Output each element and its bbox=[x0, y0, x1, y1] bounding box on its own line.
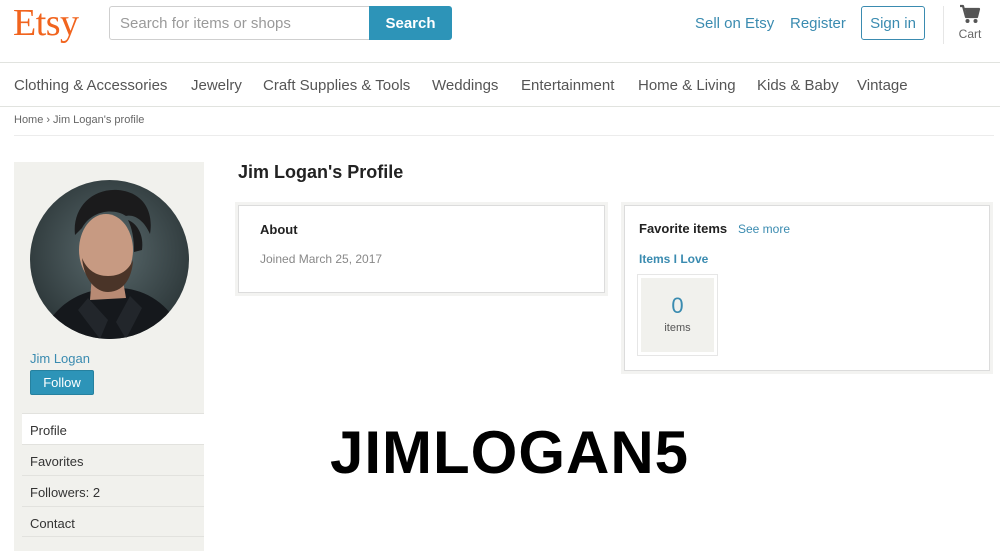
register-link[interactable]: Register bbox=[790, 15, 846, 32]
profile-nav: Profile Favorites Followers: 2 Contact bbox=[22, 413, 204, 537]
profile-nav-contact[interactable]: Contact bbox=[22, 506, 204, 537]
search-field[interactable] bbox=[109, 6, 370, 40]
category-home-living[interactable]: Home & Living bbox=[638, 77, 736, 94]
category-entertainment[interactable]: Entertainment bbox=[521, 77, 614, 94]
follow-button[interactable]: Follow bbox=[30, 370, 94, 395]
favorite-items-card: Favorite items See more Items I Love 0 i… bbox=[624, 205, 990, 371]
category-craft-supplies[interactable]: Craft Supplies & Tools bbox=[263, 77, 410, 94]
category-jewelry[interactable]: Jewelry bbox=[191, 77, 242, 94]
breadcrumb-home[interactable]: Home bbox=[14, 114, 43, 126]
items-i-love-link[interactable]: Items I Love bbox=[639, 252, 708, 266]
site-header: Etsy Search Sell on Etsy Register Sign i… bbox=[0, 0, 1000, 63]
see-more-link[interactable]: See more bbox=[738, 222, 790, 236]
search-input[interactable] bbox=[110, 7, 370, 39]
etsy-logo[interactable]: Etsy bbox=[13, 1, 79, 45]
breadcrumb: Home › Jim Logan's profile bbox=[14, 114, 144, 126]
cart-label: Cart bbox=[958, 27, 982, 41]
category-weddings[interactable]: Weddings bbox=[432, 77, 498, 94]
profile-nav-followers[interactable]: Followers: 2 bbox=[22, 475, 204, 506]
profile-name-link[interactable]: Jim Logan bbox=[30, 351, 90, 366]
cart-icon bbox=[960, 4, 981, 23]
category-clothing-accessories[interactable]: Clothing & Accessories bbox=[14, 77, 167, 94]
sign-in-button[interactable]: Sign in bbox=[861, 6, 925, 40]
avatar[interactable] bbox=[30, 180, 189, 339]
breadcrumb-current: Jim Logan's profile bbox=[53, 114, 145, 126]
sell-on-etsy-link[interactable]: Sell on Etsy bbox=[695, 15, 774, 32]
favorites-list-tile-inner: 0 items bbox=[641, 278, 714, 352]
category-kids-baby[interactable]: Kids & Baby bbox=[757, 77, 839, 94]
profile-nav-profile[interactable]: Profile bbox=[22, 413, 204, 444]
joined-date: Joined March 25, 2017 bbox=[260, 252, 383, 266]
cart-button[interactable]: Cart bbox=[952, 4, 988, 41]
overlay-username-text: JIMLOGAN5 bbox=[330, 419, 690, 486]
search-button[interactable]: Search bbox=[369, 6, 452, 40]
favorites-list-tile[interactable]: 0 items bbox=[637, 274, 718, 356]
page-title: Jim Logan's Profile bbox=[238, 162, 404, 182]
profile-sidebar: Jim Logan Follow Profile Favorites Follo… bbox=[14, 162, 204, 551]
favorite-items-heading: Favorite items bbox=[639, 221, 728, 236]
breadcrumb-separator: › bbox=[46, 114, 51, 126]
breadcrumb-divider bbox=[14, 135, 994, 136]
favorites-item-count-label: items bbox=[664, 322, 691, 334]
header-divider bbox=[943, 6, 944, 44]
avatar-image bbox=[30, 180, 189, 339]
profile-nav-favorites[interactable]: Favorites bbox=[22, 444, 204, 475]
favorites-item-count: 0 bbox=[671, 293, 684, 318]
category-vintage[interactable]: Vintage bbox=[857, 77, 908, 94]
about-heading: About bbox=[260, 222, 298, 237]
category-nav: Clothing & Accessories Jewelry Craft Sup… bbox=[0, 64, 1000, 107]
about-card: About Joined March 25, 2017 bbox=[238, 205, 605, 293]
